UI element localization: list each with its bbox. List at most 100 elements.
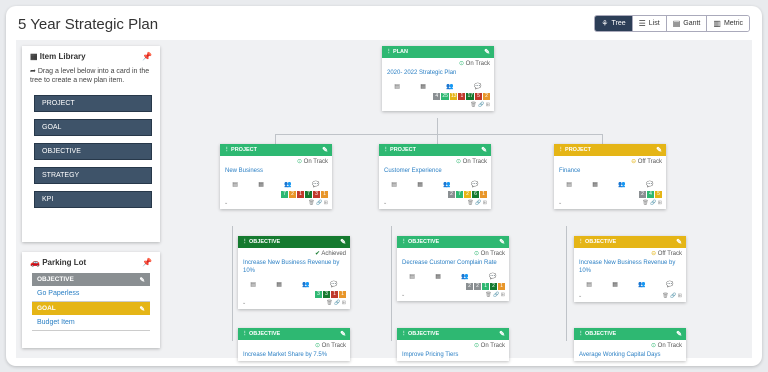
metric-count-badge[interactable]: 1 bbox=[297, 191, 304, 198]
edit-icon[interactable]: ✎ bbox=[340, 238, 346, 246]
metric-count-badge[interactable]: 3 bbox=[323, 291, 330, 298]
metric-count-badge[interactable]: 5 bbox=[655, 191, 662, 198]
plan-card-project[interactable]: ⋮ PROJECT ✎ ⊙ On Track Customer Experience ▤… bbox=[379, 144, 491, 209]
card-title-link[interactable]: Average Working Capital Days bbox=[574, 349, 686, 361]
plan-card-objective[interactable]: ⋮ OBJECTIVE ✎ ⊙ On Track Average Working Ca… bbox=[574, 328, 686, 361]
card-title-link[interactable]: 2020- 2022 Strategic Plan bbox=[382, 67, 494, 79]
metric-count-badge[interactable]: 2 bbox=[639, 191, 646, 198]
library-item-objective[interactable]: OBJECTIVE bbox=[34, 143, 152, 160]
add-icon[interactable]: ⊞ bbox=[678, 293, 682, 299]
add-icon[interactable]: ⊞ bbox=[658, 200, 662, 206]
drag-handle-icon[interactable]: ⋮ bbox=[401, 331, 408, 337]
comments-icon[interactable]: 💬 bbox=[666, 281, 673, 288]
team-icon[interactable]: 👥 bbox=[638, 281, 645, 288]
details-icon[interactable]: ▤ bbox=[250, 281, 256, 288]
edit-icon[interactable]: ✎ bbox=[656, 146, 662, 154]
expand-chevron-icon[interactable]: ⌄ bbox=[224, 200, 228, 206]
view-metric-button[interactable]: ▥ Metric bbox=[706, 16, 749, 31]
library-item-kpi[interactable]: KPI bbox=[34, 191, 152, 208]
calendar-icon[interactable]: ▦ bbox=[417, 181, 423, 188]
card-title-link[interactable]: Decrease Customer Complain Rate bbox=[397, 257, 509, 269]
card-title-link[interactable]: Finance bbox=[554, 165, 666, 177]
view-tree-button[interactable]: ⚘ Tree bbox=[595, 16, 632, 31]
metric-count-badge[interactable]: 2 bbox=[490, 283, 497, 290]
add-icon[interactable]: ⊞ bbox=[342, 300, 346, 306]
link-icon[interactable]: 🔗 bbox=[650, 200, 658, 206]
comments-icon[interactable]: 💬 bbox=[312, 181, 319, 188]
metric-count-badge[interactable]: 2 bbox=[483, 93, 490, 100]
trash-icon[interactable]: 🗑 bbox=[470, 102, 478, 108]
plan-card-project[interactable]: ⋮ PROJECT ✎ ⊖ Off Track Finance ▤ ▦ 👥 💬 2 4 5 ⌄ 🗑 🔗 … bbox=[554, 144, 666, 209]
drag-handle-icon[interactable]: ⋮ bbox=[578, 331, 585, 337]
edit-icon[interactable]: ✎ bbox=[140, 305, 145, 313]
calendar-icon[interactable]: ▦ bbox=[612, 281, 618, 288]
metric-count-badge[interactable]: 25 bbox=[441, 93, 449, 100]
trash-icon[interactable]: 🗑 bbox=[326, 300, 334, 306]
card-title-link[interactable]: Increase New Business Revenue by 10% bbox=[238, 257, 350, 277]
metric-count-badge[interactable]: 2 bbox=[464, 191, 471, 198]
team-icon[interactable]: 👥 bbox=[618, 181, 625, 188]
calendar-icon[interactable]: ▦ bbox=[258, 181, 264, 188]
comments-icon[interactable]: 💬 bbox=[489, 273, 496, 280]
library-item-strategy[interactable]: STRATEGY bbox=[34, 167, 152, 184]
expand-chevron-icon[interactable]: ⌄ bbox=[401, 292, 405, 298]
team-icon[interactable]: 👥 bbox=[446, 83, 453, 90]
drag-handle-icon[interactable]: ⋮ bbox=[386, 49, 393, 55]
trash-icon[interactable]: 🗑 bbox=[662, 293, 670, 299]
plan-card-objective[interactable]: ⋮ OBJECTIVE ✎ ⊙ On Track Improve Pricing Ti… bbox=[397, 328, 509, 361]
metric-count-badge[interactable]: 2 bbox=[448, 191, 455, 198]
team-icon[interactable]: 👥 bbox=[284, 181, 291, 188]
metric-count-badge[interactable]: 7 bbox=[305, 191, 312, 198]
library-item-goal[interactable]: GOAL bbox=[34, 119, 152, 136]
edit-icon[interactable]: ✎ bbox=[676, 238, 682, 246]
drag-handle-icon[interactable]: ⋮ bbox=[578, 239, 585, 245]
calendar-icon[interactable]: ▦ bbox=[276, 281, 282, 288]
trash-icon[interactable]: 🗑 bbox=[467, 200, 475, 206]
link-icon[interactable]: 🔗 bbox=[670, 293, 678, 299]
comments-icon[interactable]: 💬 bbox=[474, 83, 481, 90]
library-item-project[interactable]: PROJECT bbox=[34, 95, 152, 112]
card-title-link[interactable]: Improve Pricing Tiers bbox=[397, 349, 509, 361]
trash-icon[interactable]: 🗑 bbox=[485, 292, 493, 298]
parking-lot-item[interactable]: GOAL ✎ Budget Item bbox=[32, 302, 150, 331]
edit-icon[interactable]: ✎ bbox=[484, 48, 490, 56]
metric-count-badge[interactable]: 1 bbox=[339, 291, 346, 298]
trash-icon[interactable]: 🗑 bbox=[642, 200, 650, 206]
comments-icon[interactable]: 💬 bbox=[330, 281, 337, 288]
add-icon[interactable]: ⊞ bbox=[486, 102, 490, 108]
calendar-icon[interactable]: ▦ bbox=[592, 181, 598, 188]
plan-card-plan[interactable]: ⋮ PLAN ✎ ⊙ On Track 2020- 2022 Strategic Pl… bbox=[382, 46, 494, 111]
plan-card-objective[interactable]: ⋮ OBJECTIVE ✎ ✔ Achieved Increase New Busin… bbox=[238, 236, 350, 309]
pin-icon[interactable]: 📌 bbox=[142, 258, 152, 267]
metric-count-badge[interactable]: 1 bbox=[498, 283, 505, 290]
edit-icon[interactable]: ✎ bbox=[322, 146, 328, 154]
drag-handle-icon[interactable]: ⋮ bbox=[242, 239, 249, 245]
metric-count-badge[interactable]: 17 bbox=[466, 93, 474, 100]
details-icon[interactable]: ▤ bbox=[391, 181, 397, 188]
tree-canvas[interactable]: ▦ Item Library 📌 ➦ Drag a level below in… bbox=[16, 40, 752, 361]
card-title-link[interactable]: Increase Market Share by 7.5% bbox=[238, 349, 350, 361]
metric-count-badge[interactable]: 1 bbox=[321, 191, 328, 198]
expand-chevron-icon[interactable]: ⌄ bbox=[578, 293, 582, 299]
edit-icon[interactable]: ✎ bbox=[676, 330, 682, 338]
trash-icon[interactable]: 🗑 bbox=[308, 200, 316, 206]
edit-icon[interactable]: ✎ bbox=[340, 330, 346, 338]
edit-icon[interactable]: ✎ bbox=[499, 238, 505, 246]
metric-count-badge[interactable]: 7 bbox=[456, 191, 463, 198]
edit-icon[interactable]: ✎ bbox=[499, 330, 505, 338]
link-icon[interactable]: 🔗 bbox=[316, 200, 324, 206]
details-icon[interactable]: ▤ bbox=[566, 181, 572, 188]
parking-lot-item[interactable]: OBJECTIVE ✎ Go Paperless bbox=[32, 273, 150, 302]
calendar-icon[interactable]: ▦ bbox=[435, 273, 441, 280]
metric-count-badge[interactable]: 4 bbox=[433, 93, 441, 100]
card-title-link[interactable]: Increase New Business Revenue by 10% bbox=[574, 257, 686, 277]
details-icon[interactable]: ▤ bbox=[586, 281, 592, 288]
metric-count-badge[interactable]: 3 bbox=[313, 191, 320, 198]
metric-count-badge[interactable]: 6 bbox=[472, 191, 479, 198]
team-icon[interactable]: 👥 bbox=[302, 281, 309, 288]
metric-count-badge[interactable]: 1 bbox=[458, 93, 466, 100]
metric-count-badge[interactable]: 2 bbox=[289, 191, 296, 198]
drag-handle-icon[interactable]: ⋮ bbox=[558, 147, 565, 153]
parking-lot-item-name[interactable]: Budget Item bbox=[32, 315, 150, 331]
card-title-link[interactable]: New Business bbox=[220, 165, 332, 177]
